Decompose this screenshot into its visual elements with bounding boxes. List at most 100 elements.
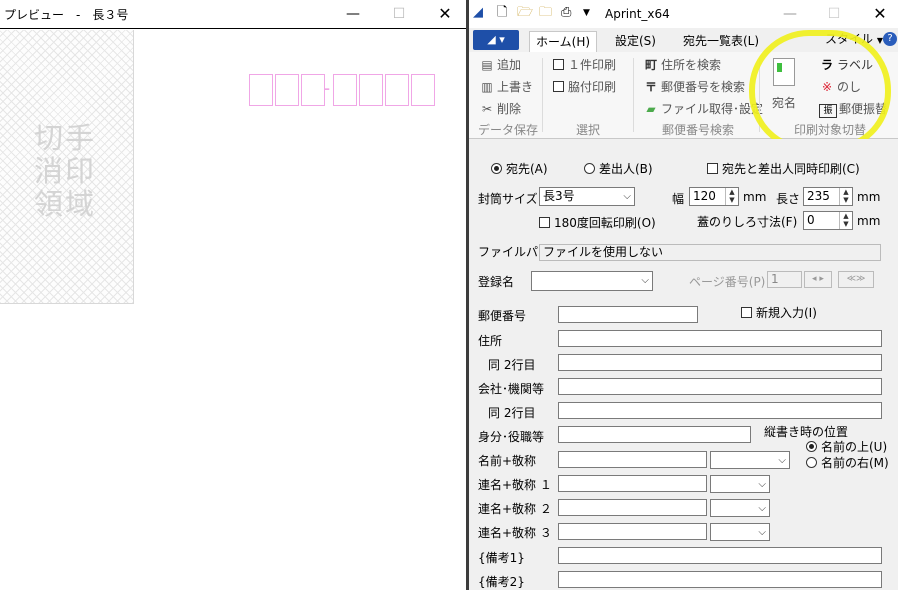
add-button[interactable]: ▤ 追加 (479, 56, 521, 74)
app-logo-icon: ◢ (473, 5, 483, 20)
group-label-print-target: 印刷対象切替 (794, 123, 867, 137)
page-first-last-icon[interactable]: ≪≫ (838, 271, 874, 288)
joint-name-3-input[interactable] (558, 523, 707, 540)
flap-label: 蓋のりしろ寸法(F) (697, 215, 798, 229)
company-label: 会社･機関等 (478, 382, 545, 396)
joint-honorific-3-select[interactable]: ⌵ (710, 523, 770, 541)
page-prev-next-icon[interactable]: ◂ ▸ (804, 271, 832, 288)
checkbox-rotate-180[interactable]: 180度回転印刷(O) (539, 214, 656, 231)
file-get-label: ファイル取得･設定 (661, 102, 764, 116)
folder-icon: ▰ (646, 102, 656, 116)
ribbon-separator (759, 58, 760, 132)
length-unit: mm (857, 190, 881, 204)
quick-access-dropdown-icon[interactable]: ▼ (583, 5, 590, 21)
envelope-size-select[interactable]: 長3号 ⌵ (539, 187, 635, 206)
register-name-label: 登録名 (478, 275, 515, 289)
side-print-label: 脇付印刷 (568, 80, 617, 94)
help-icon[interactable]: ? (883, 32, 897, 46)
name-input[interactable] (558, 451, 707, 468)
overwrite-button[interactable]: ▥ 上書き (479, 78, 533, 96)
radio-name-above[interactable]: 名前の上(U) (806, 438, 887, 455)
group-label-zip-search: 郵便番号検索 (662, 123, 735, 137)
save-folder-icon[interactable]: 🗀 (539, 5, 552, 21)
ribbon-tabs: ◢ ▾ ホーム(H) 設定(S) 宛先一覧表(L) スタイル ▼ ? (469, 28, 898, 53)
minimize-icon[interactable]: — (330, 0, 376, 28)
width-label: 幅 (672, 192, 685, 206)
register-name-select[interactable]: ⌵ (531, 271, 653, 291)
address-input[interactable] (558, 330, 882, 347)
open-folder-icon[interactable]: 🗁 (517, 5, 533, 21)
checkbox-both-box (707, 163, 718, 174)
spinner-arrows-icon: ▲ ▼ (725, 188, 738, 205)
tab-settings[interactable]: 設定(S) (609, 31, 662, 52)
side-print-button[interactable]: 脇付印刷 (553, 78, 616, 96)
spinner-arrows-icon: ▲ ▼ (839, 212, 852, 229)
ribbon-panel: ▤ 追加 ▥ 上書き ✂ 削除 データ保存 １件印刷 脇付印刷 選択 町住所を検索 〒… (469, 52, 898, 139)
address-line2-label: 同 2行目 (488, 358, 536, 372)
honorific-select[interactable]: ⌵ (710, 451, 790, 469)
file-path-field: ファイルを使用しない (539, 244, 881, 261)
length-spinner[interactable]: 235 ▲ ▼ (803, 187, 853, 206)
company-input[interactable] (558, 378, 882, 395)
app-maximize-icon[interactable]: ☐ (811, 0, 857, 28)
address-search-button[interactable]: 町住所を検索 (643, 56, 721, 74)
radio-destination-label: 宛先(A) (506, 162, 548, 176)
style-menu[interactable]: スタイル ▼ (825, 30, 883, 47)
tab-address-list[interactable]: 宛先一覧表(L) (677, 31, 765, 52)
position-input[interactable] (558, 426, 751, 443)
single-print-button[interactable]: １件印刷 (553, 56, 616, 74)
chevron-down-icon: ⌵ (758, 527, 766, 538)
company-line2-label: 同 2行目 (488, 406, 536, 420)
width-spinner[interactable]: 120 ▲ ▼ (689, 187, 739, 206)
company-line2-input[interactable] (558, 402, 882, 419)
radio-sender[interactable]: 差出人(B) (584, 160, 653, 177)
radio-destination[interactable]: 宛先(A) (491, 160, 548, 177)
address-line2-input[interactable] (558, 354, 882, 371)
app-minimize-icon[interactable]: — (767, 0, 813, 28)
preview-title-bar: プレビュー - 長３号 — ☐ ✕ (0, 0, 468, 29)
style-label: スタイル (825, 32, 874, 46)
noshi-target-label: のし (837, 80, 862, 94)
radio-name-right[interactable]: 名前の右(M) (806, 454, 889, 471)
joint-name-1-input[interactable] (558, 475, 707, 492)
maximize-icon[interactable]: ☐ (376, 0, 422, 28)
postal-code-box (359, 74, 383, 106)
note1-label: {備考1} (478, 551, 525, 565)
file-get-settings-button[interactable]: ▰ ファイル取得･設定 (643, 100, 763, 118)
close-icon[interactable]: ✕ (422, 0, 468, 28)
label-target-button[interactable]: ララベル (819, 56, 873, 74)
joint-honorific-1-select[interactable]: ⌵ (710, 475, 770, 493)
delete-icon: ✂ (481, 102, 493, 116)
spinner-arrows-icon: ▲ ▼ (839, 188, 852, 205)
new-file-icon[interactable]: 🗋 (497, 5, 507, 21)
label-target-label: ラベル (837, 58, 874, 72)
flap-spinner[interactable]: 0 ▲ ▼ (803, 211, 853, 230)
address-target-button[interactable]: 宛名 (765, 58, 803, 114)
app-menu-button[interactable]: ◢ ▾ (473, 30, 519, 50)
app-close-icon[interactable]: ✕ (857, 0, 898, 28)
overwrite-label: 上書き (497, 80, 534, 94)
checkbox-both-print[interactable]: 宛先と差出人同時印刷(C) (707, 160, 860, 177)
postal-transfer-target-button[interactable]: 振郵便振替 (819, 100, 887, 118)
tab-home[interactable]: ホーム(H) (529, 31, 598, 53)
flap-unit: mm (857, 214, 881, 228)
delete-button[interactable]: ✂ 削除 (479, 100, 521, 118)
address-label: 住所 (478, 334, 503, 348)
checkbox-new-entry[interactable]: 新規入力(I) (741, 304, 817, 321)
joint-name-2-input[interactable] (558, 499, 707, 516)
zip-label: 郵便番号 (478, 309, 527, 323)
postal-transfer-icon: 振 (819, 104, 837, 118)
radio-name-above-label: 名前の上(U) (821, 440, 888, 454)
zip-input[interactable] (558, 306, 698, 323)
joint-name-1-label: 連名+敬称 １ (478, 478, 552, 492)
joint-honorific-2-select[interactable]: ⌵ (710, 499, 770, 517)
print-icon[interactable]: ⎙ (561, 5, 571, 21)
zip-search-button[interactable]: 〒郵便番号を検索 (643, 78, 745, 96)
width-value: 120 (693, 189, 716, 203)
note1-input[interactable] (558, 547, 882, 564)
address-doc-icon (773, 58, 795, 86)
postal-transfer-label: 郵便振替 (839, 102, 888, 116)
note2-input[interactable] (558, 571, 882, 588)
noshi-target-button[interactable]: ※ のし (819, 78, 861, 96)
envelope-size-label: 封筒サイズ (478, 192, 538, 206)
